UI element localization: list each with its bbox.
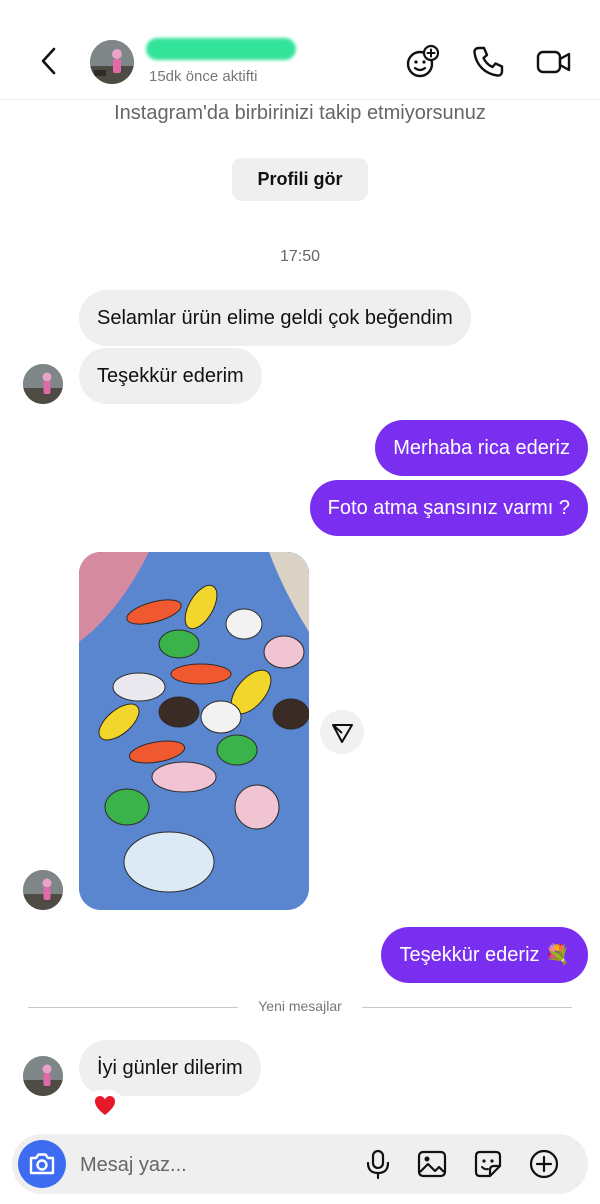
video-call-icon[interactable] <box>536 44 572 80</box>
send-icon <box>332 724 353 743</box>
new-messages-divider: Yeni mesajlar <box>258 998 342 1014</box>
heart-icon <box>95 1096 115 1115</box>
sender-avatar[interactable] <box>23 364 63 404</box>
view-profile-button[interactable]: Profili gör <box>232 158 368 201</box>
gallery-icon[interactable] <box>416 1148 448 1180</box>
sender-avatar[interactable] <box>23 870 63 910</box>
add-icon[interactable] <box>528 1148 560 1180</box>
incoming-message[interactable]: Teşekkür ederim <box>79 348 262 404</box>
outgoing-message[interactable]: Foto atma şansınız varmı ? <box>309 480 588 536</box>
sticker-effects-icon[interactable] <box>404 44 440 80</box>
contact-avatar[interactable] <box>90 40 134 84</box>
shared-photo[interactable] <box>79 552 309 910</box>
incoming-message[interactable]: Selamlar ürün elime geldi çok beğendim <box>79 290 471 346</box>
message-input[interactable] <box>80 1148 350 1182</box>
microphone-icon[interactable] <box>362 1148 394 1180</box>
contact-name-redacted[interactable] <box>146 38 296 60</box>
camera-button[interactable] <box>18 1140 66 1188</box>
incoming-message[interactable]: İyi günler dilerim <box>79 1040 261 1096</box>
share-button[interactable] <box>320 710 364 754</box>
message-timestamp: 17:50 <box>279 248 321 265</box>
not-following-notice: Instagram'da birbirinizi takip etmiyorsu… <box>114 102 486 124</box>
chat-header: 15dk önce aktifti <box>0 0 600 100</box>
activity-status: 15dk önce aktifti <box>149 68 258 85</box>
outgoing-message[interactable]: Merhaba rica ederiz <box>375 420 588 476</box>
outgoing-message[interactable]: Teşekkür ederiz 💐 <box>381 927 588 983</box>
back-icon[interactable] <box>34 44 68 78</box>
phone-icon[interactable] <box>470 44 506 80</box>
heart-reaction[interactable] <box>86 1090 124 1120</box>
sender-avatar[interactable] <box>23 1056 63 1096</box>
divider-right <box>362 1007 572 1008</box>
camera-icon <box>29 1153 55 1175</box>
sticker-icon[interactable] <box>472 1148 504 1180</box>
